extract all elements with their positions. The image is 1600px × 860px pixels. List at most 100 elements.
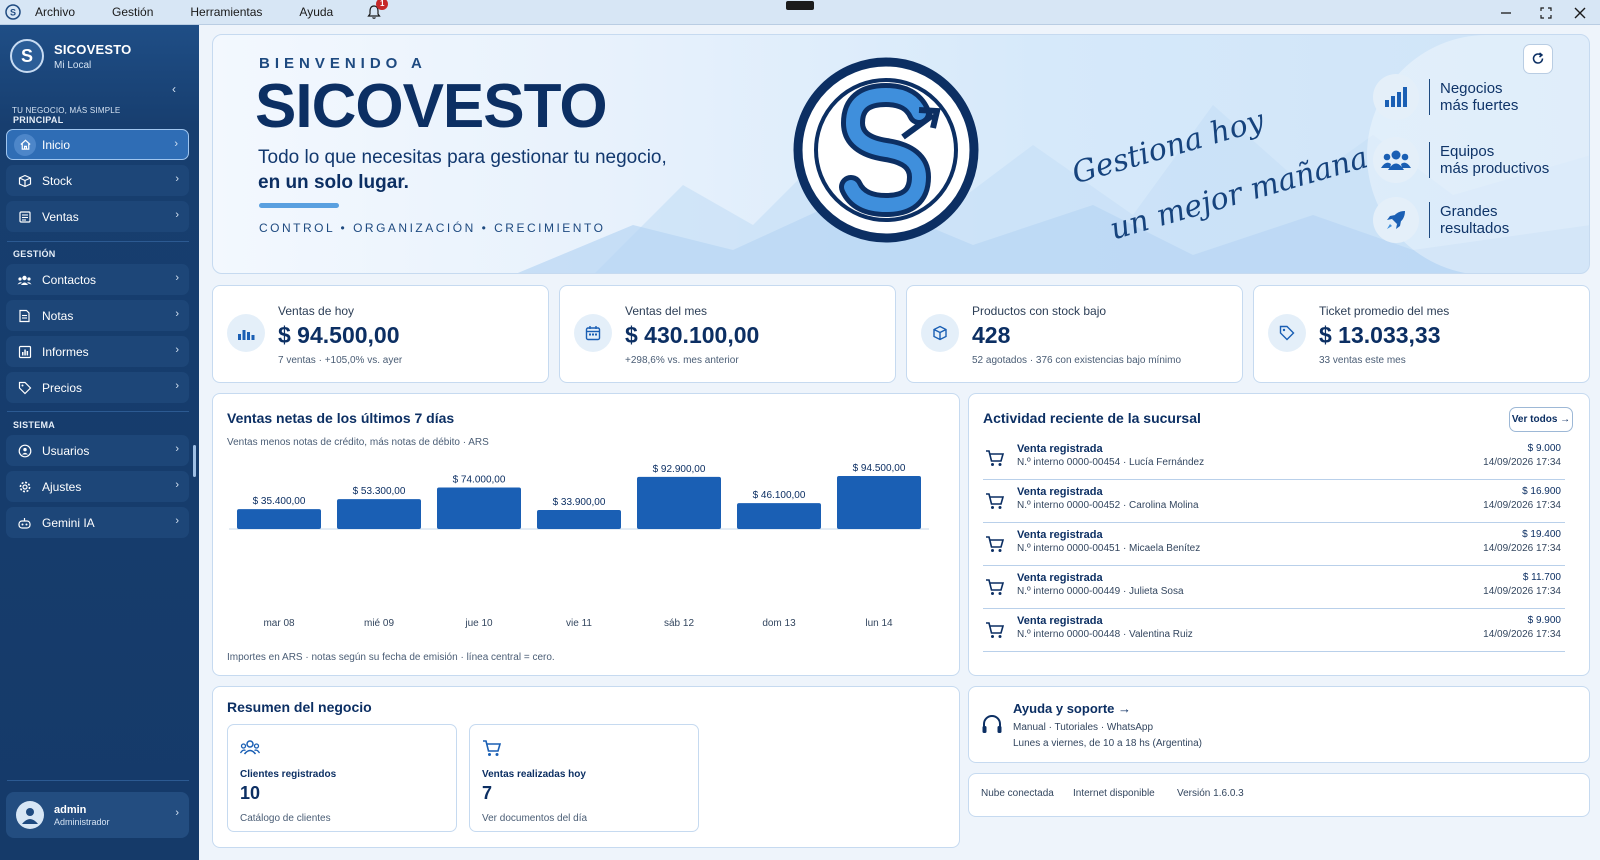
activity-detail: N.º interno 0000-00448 · Valentina Ruiz [1017,629,1193,640]
chart-bar[interactable] [237,509,321,529]
brand-logo: S [10,39,44,73]
activity-amount: $ 9.900 [1527,615,1561,626]
chart-bar[interactable] [337,499,421,529]
activity-row[interactable]: Venta registrada N.º interno 0000-00448 ·… [983,610,1565,652]
box-icon [921,314,959,352]
sidebar-item-ventas[interactable]: Ventas › [6,201,189,232]
chart-data-label: $ 46.100,00 [753,490,806,501]
value-equipos: Equipos más productivos [1373,137,1552,183]
chart-bar[interactable] [737,503,821,529]
chart-tick-label: mié 09 [364,618,394,629]
banner-accent-bar [259,203,339,208]
chart-tick-label: vie 11 [566,618,592,629]
chart-data-label: $ 94.500,00 [853,463,906,474]
collapse-sidebar-icon[interactable]: ‹ [172,82,176,96]
user-shield-icon [16,442,33,459]
calendar-icon [574,314,612,352]
activity-date: 14/09/2026 17:34 [1483,543,1561,554]
refresh-button[interactable] [1523,44,1553,74]
chart-data-label: $ 33.900,00 [553,497,606,508]
sidebar-item-label: Inicio [42,137,71,152]
sidebar-item-label: Precios [42,380,83,395]
kpi-label: Ticket promedio del mes [1319,304,1450,318]
sidebar-item-gemini[interactable]: Gemini IA › [6,507,189,538]
sicovesto-logo-icon [793,57,979,243]
summary-card-clientes[interactable]: Clientes registrados 10 Catálogo de clie… [227,724,457,832]
chevron-right-icon: › [175,344,179,356]
sidebar-item-label: Notas [42,308,74,323]
user-role: Administrador [54,816,110,827]
help-panel[interactable]: Ayuda y soporte → Manual · Tutoriales · … [968,686,1590,763]
activity-date: 14/09/2026 17:34 [1483,586,1561,597]
activity-row[interactable]: Venta registrada N.º interno 0000-00454 ·… [983,438,1565,480]
chart-icon [227,314,265,352]
help-title[interactable]: Ayuda y soporte → [1013,701,1131,716]
activity-row[interactable]: Venta registrada N.º interno 0000-00451 ·… [983,524,1565,566]
kpi-note: 52 agotados · 376 con existencias bajo m… [972,355,1182,366]
sidebar-item-contactos[interactable]: Contactos › [6,264,189,295]
cart-icon [986,450,1005,466]
close-button[interactable] [1560,0,1600,25]
cart-icon [986,536,1005,552]
notifications-bell-icon[interactable]: 1 [366,0,389,20]
welcome-banner: BIENVENIDO A SICOVESTO Todo lo que neces… [212,34,1590,274]
sidebar-item-usuarios[interactable]: Usuarios › [6,435,189,466]
sidebar-scrollbar[interactable] [193,445,196,477]
chart-bar[interactable] [837,476,921,529]
minimize-button[interactable] [1486,0,1526,25]
menu-herramientas[interactable]: Herramientas [190,5,262,19]
activity-title: Venta registrada [1017,615,1103,627]
sidebar-item-stock[interactable]: Stock › [6,165,189,196]
kpi-stock-bajo[interactable]: Productos con stock bajo 428 52 agotados… [906,285,1243,383]
restore-icon [1540,6,1552,19]
sidebar-item-informes[interactable]: Informes › [6,336,189,367]
activity-detail: N.º interno 0000-00451 · Micaela Benítez [1017,543,1201,554]
status-cloud: Nube conectada [981,788,1054,799]
section-principal: PRINCIPAL [13,115,64,125]
kpi-ticket-promedio[interactable]: Ticket promedio del mes $ 13.033,33 33 v… [1253,285,1590,383]
sidebar-item-precios[interactable]: Precios › [6,372,189,403]
sidebar-item-notas[interactable]: Notas › [6,300,189,331]
kpi-label: Productos con stock bajo [972,304,1107,318]
sidebar-item-label: Contactos [42,272,97,287]
gear-icon [16,478,33,495]
chart-tick-label: jue 10 [464,618,493,629]
user-name: admin [54,803,87,816]
activity-title: Actividad reciente de la sucursal [983,410,1201,426]
activity-amount: $ 19.400 [1522,529,1561,540]
menu-gestion[interactable]: Gestión [112,5,153,19]
window-drag-handle[interactable] [786,1,814,10]
kpi-value: 428 [972,322,1011,348]
users-icon [240,740,260,755]
activity-detail: N.º interno 0000-00452 · Carolina Molina [1017,500,1199,511]
chart-bar[interactable] [537,509,621,529]
chart-tick-label: lun 14 [865,618,893,629]
people-icon [16,271,33,288]
user-menu[interactable]: admin Administrador › [6,792,189,838]
chart-bar[interactable] [437,487,521,529]
kpi-ventas-hoy[interactable]: Ventas de hoy $ 94.500,00 7 ventas · +10… [212,285,549,383]
activity-row[interactable]: Venta registrada N.º interno 0000-00452 ·… [983,481,1565,523]
section-sistema: SISTEMA [13,420,56,430]
chart-data-label: $ 35.400,00 [253,496,306,507]
chart-bar[interactable] [637,476,721,529]
home-icon [14,133,36,156]
cart-icon [986,579,1005,595]
sidebar-item-inicio[interactable]: Inicio › [6,129,189,160]
kpi-value: $ 94.500,00 [278,322,400,348]
menu-ayuda[interactable]: Ayuda [299,5,333,19]
activity-row[interactable]: Venta registrada N.º interno 0000-00449 ·… [983,567,1565,609]
sales-chart-footnote: Importes en ARS · notas según su fecha d… [227,652,555,663]
activity-panel: Actividad reciente de la sucursal Ver to… [968,393,1590,676]
menu-archivo[interactable]: Archivo [35,5,75,19]
note-icon [16,307,33,324]
kpi-ventas-mes[interactable]: Ventas del mes $ 430.100,00 +298,6% vs. … [559,285,896,383]
divider [7,411,189,412]
brand-subtitle: Mi Local [54,59,92,71]
see-all-button[interactable]: Ver todos → [1509,407,1573,432]
summary-card-ventas-hoy[interactable]: Ventas realizadas hoy 7 Ver documentos d… [469,724,699,832]
sidebar-item-ajustes[interactable]: Ajustes › [6,471,189,502]
brand-title: SICOVESTO [54,41,132,57]
divider [7,241,189,242]
tag-icon [1268,314,1306,352]
